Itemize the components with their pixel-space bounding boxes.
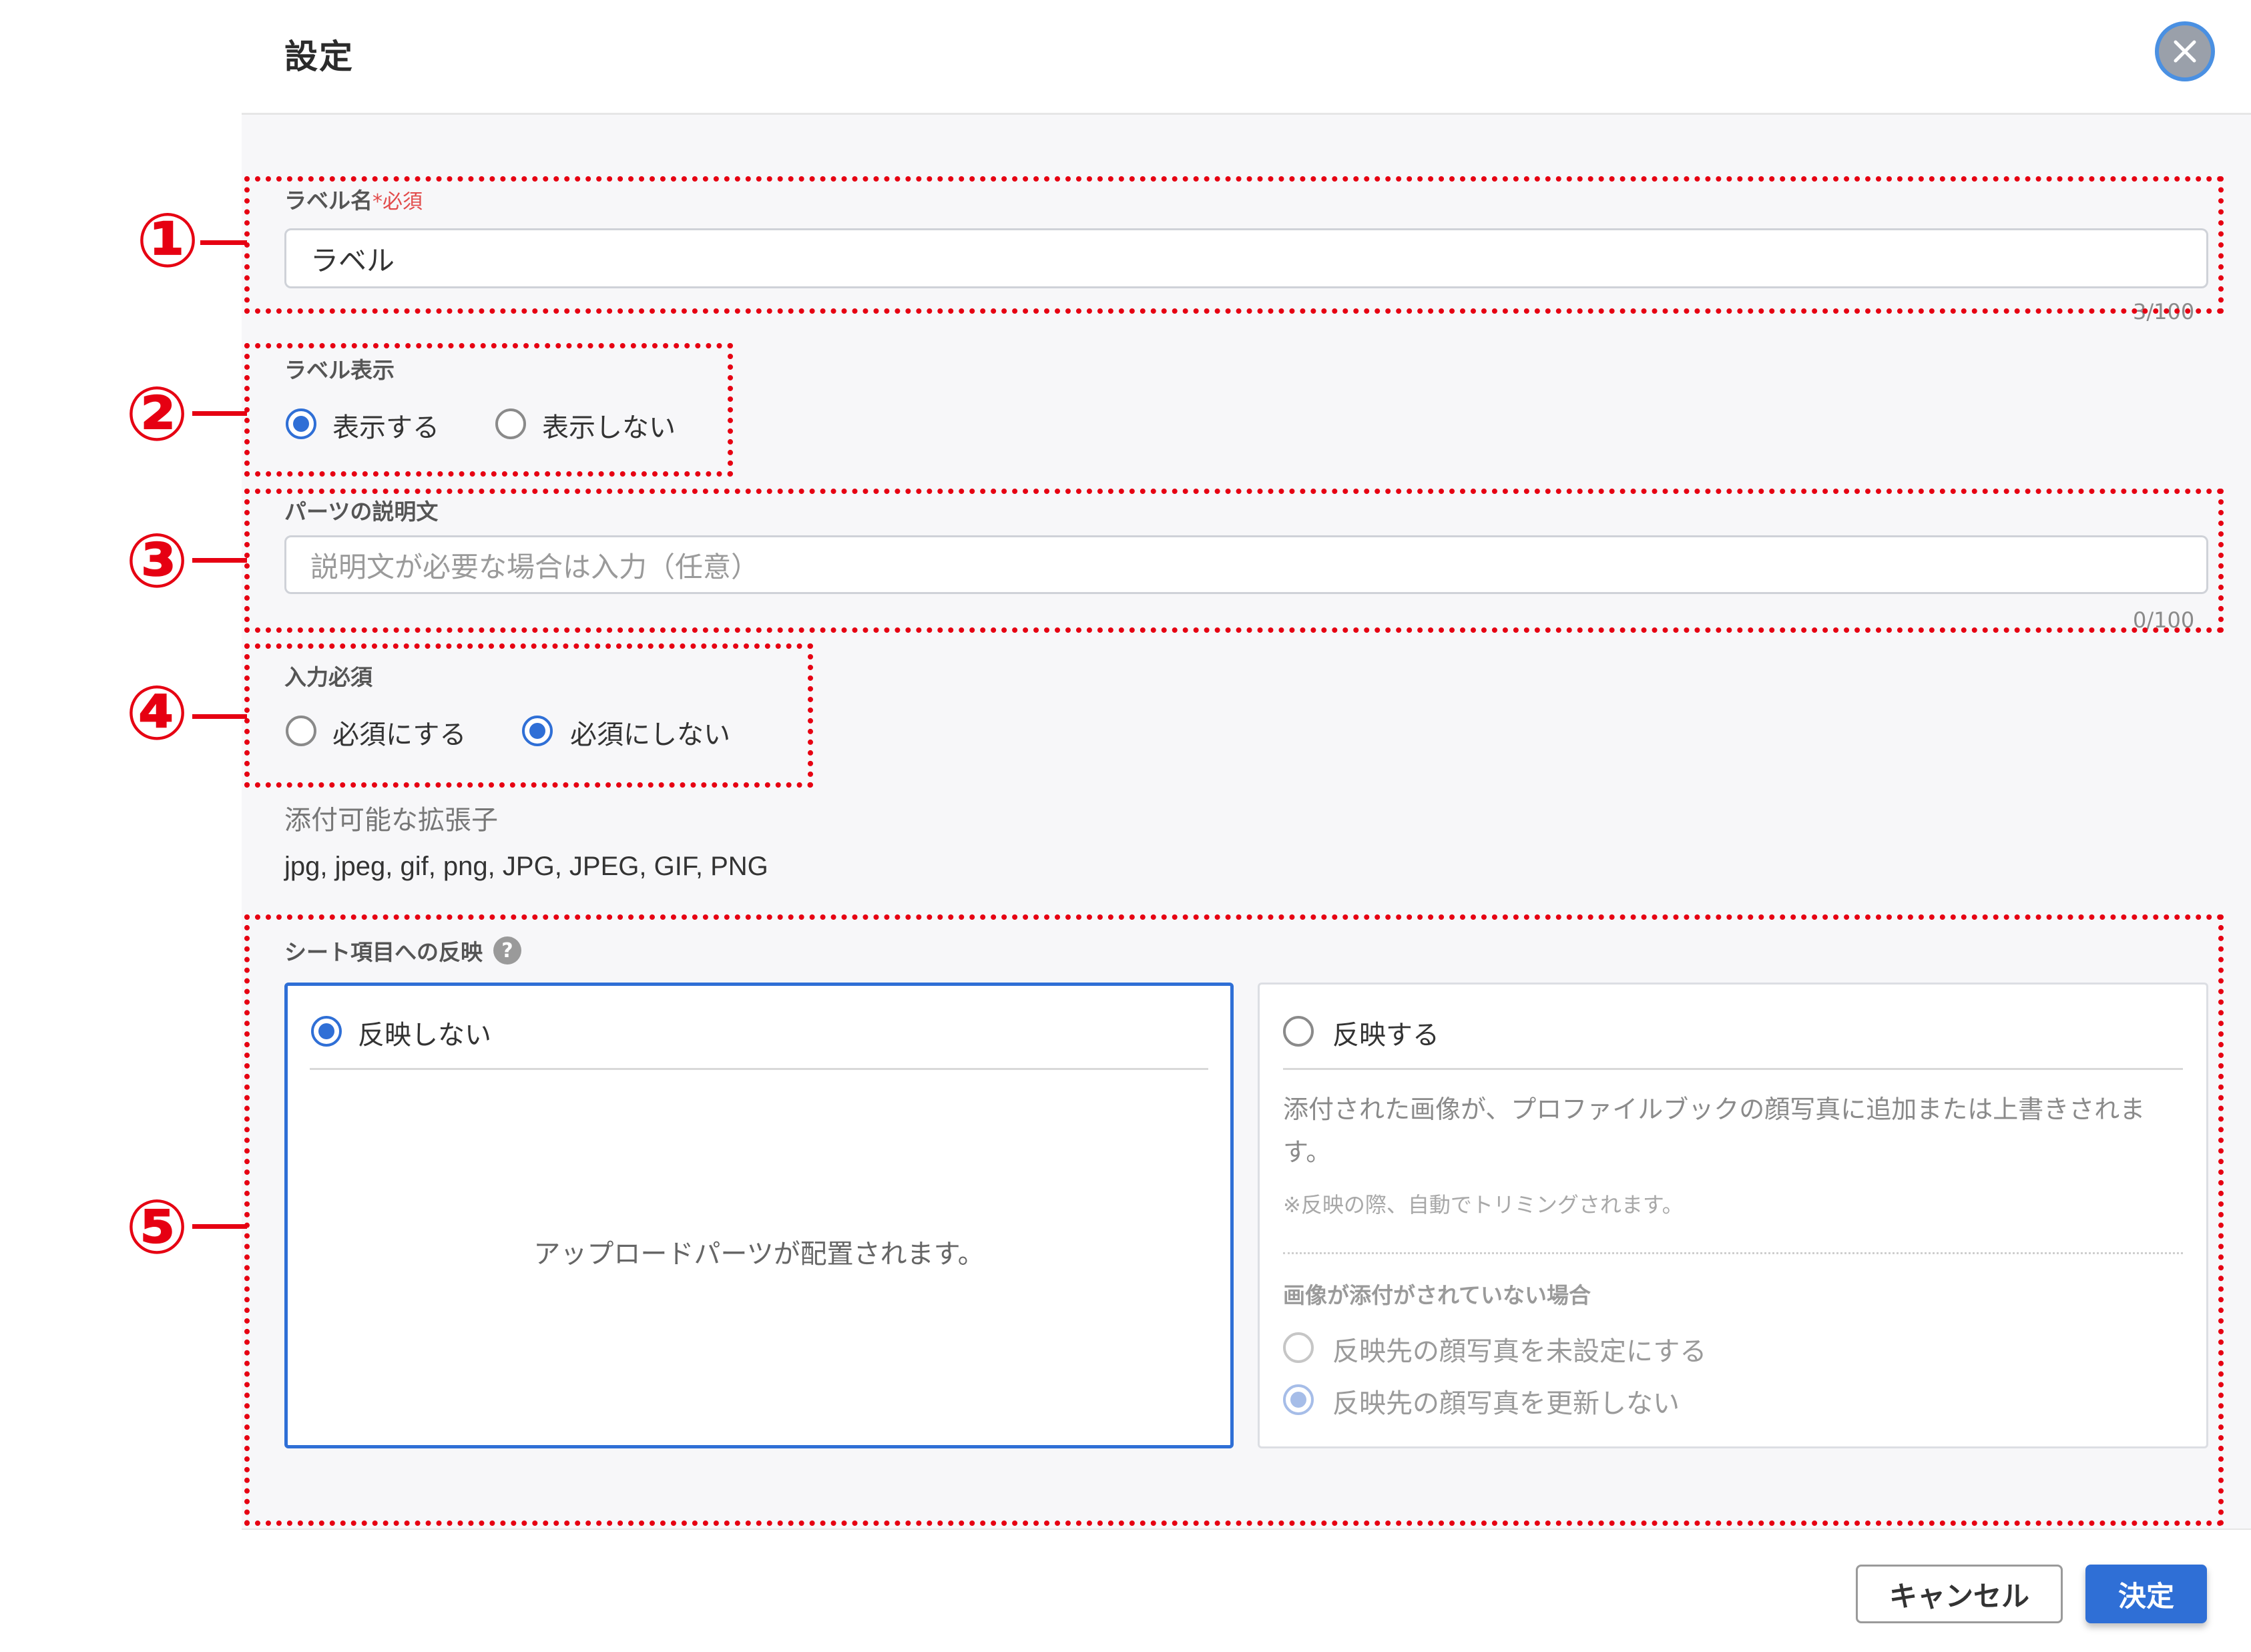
annotation-box-1 xyxy=(244,176,2224,314)
extensions-value: jpg, jpeg, gif, png, JPG, JPEG, GIF, PNG xyxy=(284,852,768,881)
annotation-number-3: ③ xyxy=(125,518,189,605)
dialog-title: 設定 xyxy=(284,37,354,76)
annotation-number-1: ① xyxy=(136,198,200,284)
annotation-box-2 xyxy=(244,343,733,477)
annotation-leader-1 xyxy=(200,240,247,245)
cancel-button[interactable]: キャンセル xyxy=(1856,1565,2063,1623)
annotation-box-4 xyxy=(244,643,813,788)
annotation-leader-3 xyxy=(192,558,247,563)
close-icon xyxy=(2174,40,2196,63)
close-button[interactable] xyxy=(2155,21,2215,81)
annotation-box-5 xyxy=(244,914,2224,1526)
annotation-box-3 xyxy=(244,489,2224,633)
annotation-number-2: ② xyxy=(125,371,189,458)
annotation-number-4: ④ xyxy=(125,670,189,757)
annotation-leader-4 xyxy=(192,714,247,719)
annotation-leader-5 xyxy=(192,1224,247,1229)
extensions-label: 添付可能な拡張子 xyxy=(284,805,498,836)
annotation-leader-2 xyxy=(192,411,247,416)
dialog-header xyxy=(242,0,2251,115)
annotation-number-5: ⑤ xyxy=(125,1184,189,1271)
ok-button[interactable]: 決定 xyxy=(2085,1565,2207,1623)
